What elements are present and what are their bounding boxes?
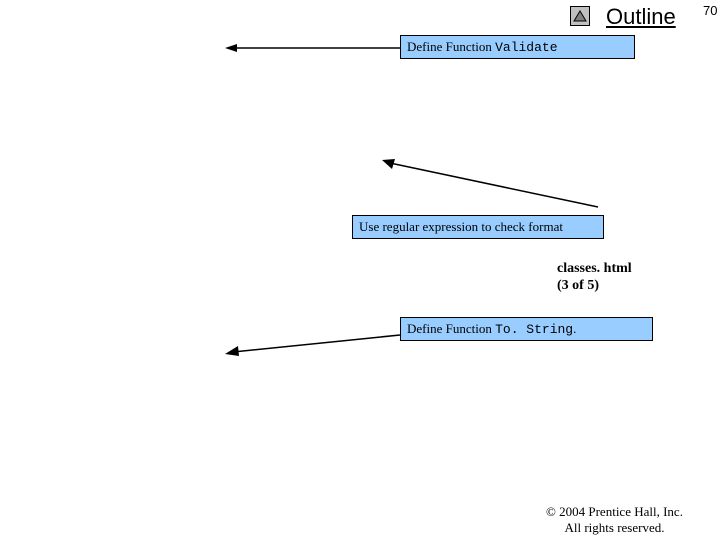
copyright-line: All rights reserved.	[546, 520, 683, 536]
outline-up-icon[interactable]	[570, 6, 590, 26]
file-name: classes. html	[557, 261, 632, 277]
callout-regex: Use regular expression to check format	[352, 215, 604, 239]
callout-text: Use regular expression to check format	[359, 219, 563, 234]
page-number: 70	[703, 3, 717, 18]
callout-code: To. String	[495, 322, 573, 337]
callout-text: Define Function	[407, 321, 495, 336]
arrow-icon	[225, 332, 405, 362]
callout-text: Define Function	[407, 39, 495, 54]
arrow-icon	[380, 155, 605, 215]
copyright: © 2004 Prentice Hall, Inc. All rights re…	[546, 504, 683, 537]
file-part: (3 of 5)	[557, 278, 599, 294]
arrow-icon	[225, 42, 405, 54]
callout-code: Validate	[495, 40, 557, 55]
outline-title: Outline	[606, 4, 676, 30]
copyright-line: © 2004 Prentice Hall, Inc.	[546, 504, 683, 520]
callout-define-validate: Define Function Validate	[400, 35, 635, 59]
callout-define-tostring: Define Function To. String.	[400, 317, 653, 341]
callout-suffix: .	[573, 321, 576, 336]
